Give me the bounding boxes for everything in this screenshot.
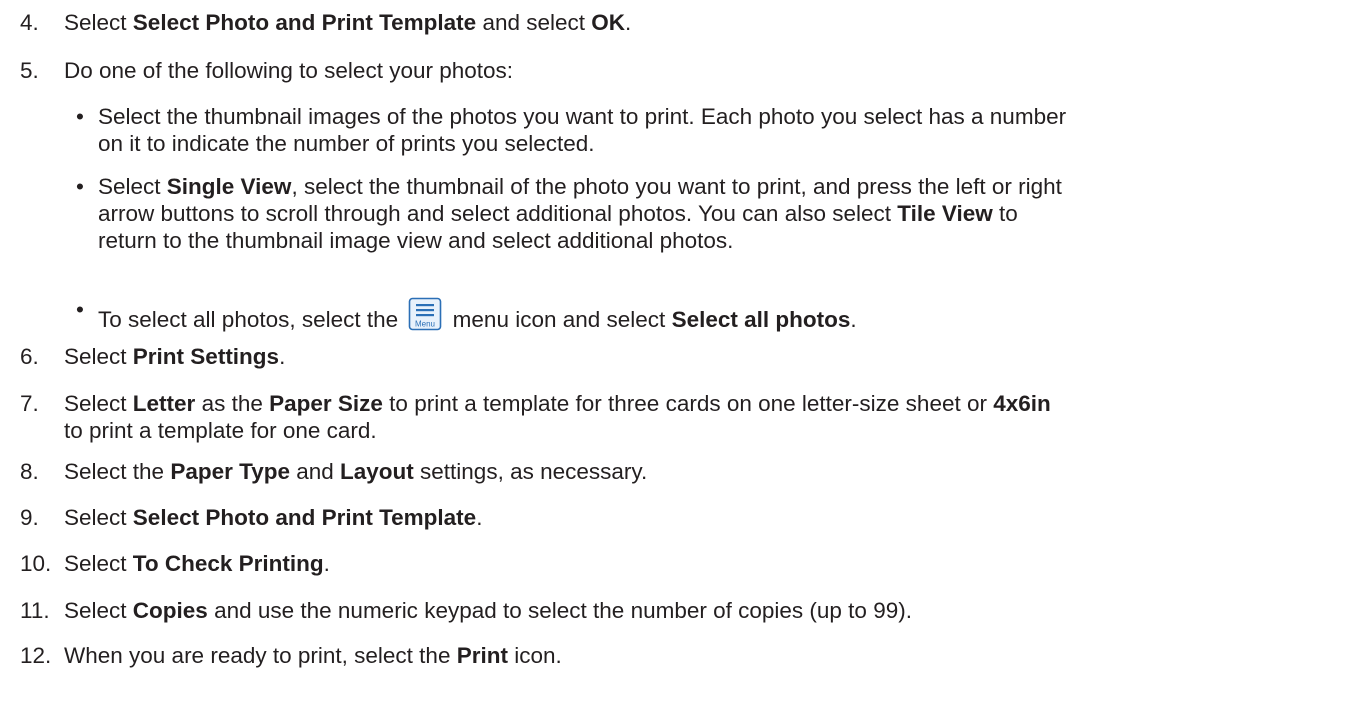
- step-text: Select Copies and use the numeric keypad…: [64, 598, 1340, 624]
- bullet-marker: •: [76, 174, 84, 199]
- text: .: [850, 307, 857, 332]
- option-name: Tile View: [897, 201, 993, 226]
- option-name: Copies: [132, 598, 208, 623]
- option-name: 4x6in: [993, 391, 1051, 416]
- text: Select: [64, 10, 133, 35]
- text: To select all photos, select the: [98, 307, 405, 332]
- step-number: 12.: [20, 643, 52, 668]
- option-name: To Check Printing: [132, 551, 324, 576]
- line: to print a template for one card.: [64, 418, 377, 443]
- text: .: [279, 344, 286, 369]
- text: settings, as necessary.: [413, 459, 648, 484]
- step-number: 7.: [20, 391, 39, 416]
- bullet-marker: •: [76, 104, 84, 129]
- text: Select: [64, 551, 133, 576]
- text: Select: [98, 174, 167, 199]
- text: to: [992, 201, 1018, 226]
- step-number: 10.: [20, 551, 52, 576]
- step-text: Select To Check Printing.: [64, 551, 1340, 577]
- step-text: Select Select Photo and Print Template a…: [64, 10, 1340, 36]
- text: Select: [64, 391, 133, 416]
- step-number: 11.: [20, 598, 50, 623]
- text: and: [289, 459, 341, 484]
- option-name: Print: [456, 643, 508, 668]
- text: Select: [64, 598, 133, 623]
- option-name: Select all photos: [671, 307, 851, 332]
- option-name: Single View: [166, 174, 292, 199]
- step-number: 6.: [20, 344, 39, 369]
- step-text: Select the Paper Type and Layout setting…: [64, 459, 1340, 485]
- option-name: OK: [591, 10, 626, 35]
- text: and select: [476, 10, 592, 35]
- text: Select the: [64, 459, 171, 484]
- option-name: Paper Type: [170, 459, 290, 484]
- step-number: 8.: [20, 459, 39, 484]
- line: Select Single View, select the thumbnail…: [98, 174, 1062, 200]
- text: Select: [64, 505, 133, 530]
- text: as the: [195, 391, 270, 416]
- step-text: Select Select Photo and Print Template.: [64, 505, 1340, 531]
- text: and use the numeric keypad to select the…: [207, 598, 912, 623]
- option-name: Letter: [132, 391, 196, 416]
- option-name: Layout: [340, 459, 414, 484]
- step-text: When you are ready to print, select the …: [64, 643, 1340, 669]
- step-number: 4.: [20, 10, 39, 35]
- step-text: Select Print Settings.: [64, 344, 1340, 370]
- line: arrow buttons to scroll through and sele…: [98, 201, 1018, 227]
- text: .: [625, 10, 632, 35]
- text: .: [323, 551, 330, 576]
- line: return to the thumbnail image view and s…: [98, 228, 734, 253]
- line: Select Letter as the Paper Size to print…: [64, 391, 1051, 417]
- option-name: Paper Size: [269, 391, 383, 416]
- menu-icon-label: Menu: [415, 320, 435, 329]
- bullet-marker: •: [76, 297, 84, 322]
- text: arrow buttons to scroll through and sele…: [98, 201, 898, 226]
- option-name: Print Settings: [132, 344, 280, 369]
- line: Select the thumbnail images of the photo…: [98, 104, 1067, 129]
- text: , select the thumbnail of the photo you …: [291, 174, 1062, 199]
- line: on it to indicate the number of prints y…: [98, 131, 595, 156]
- text: When you are ready to print, select the: [64, 643, 457, 668]
- option-name: Select Photo and Print Template: [132, 10, 477, 35]
- option-name: Select Photo and Print Template: [132, 505, 477, 530]
- text: to print a template for three cards on o…: [382, 391, 994, 416]
- bullet-text: To select all photos, select the Menu me…: [98, 297, 1344, 333]
- text: icon.: [507, 643, 562, 668]
- step-text: Do one of the following to select your p…: [64, 58, 514, 83]
- text: Select: [64, 344, 133, 369]
- text: menu icon and select: [446, 307, 672, 332]
- menu-icon: Menu: [408, 297, 442, 331]
- step-number: 9.: [20, 505, 39, 530]
- text: .: [476, 505, 483, 530]
- step-number: 5.: [20, 58, 39, 83]
